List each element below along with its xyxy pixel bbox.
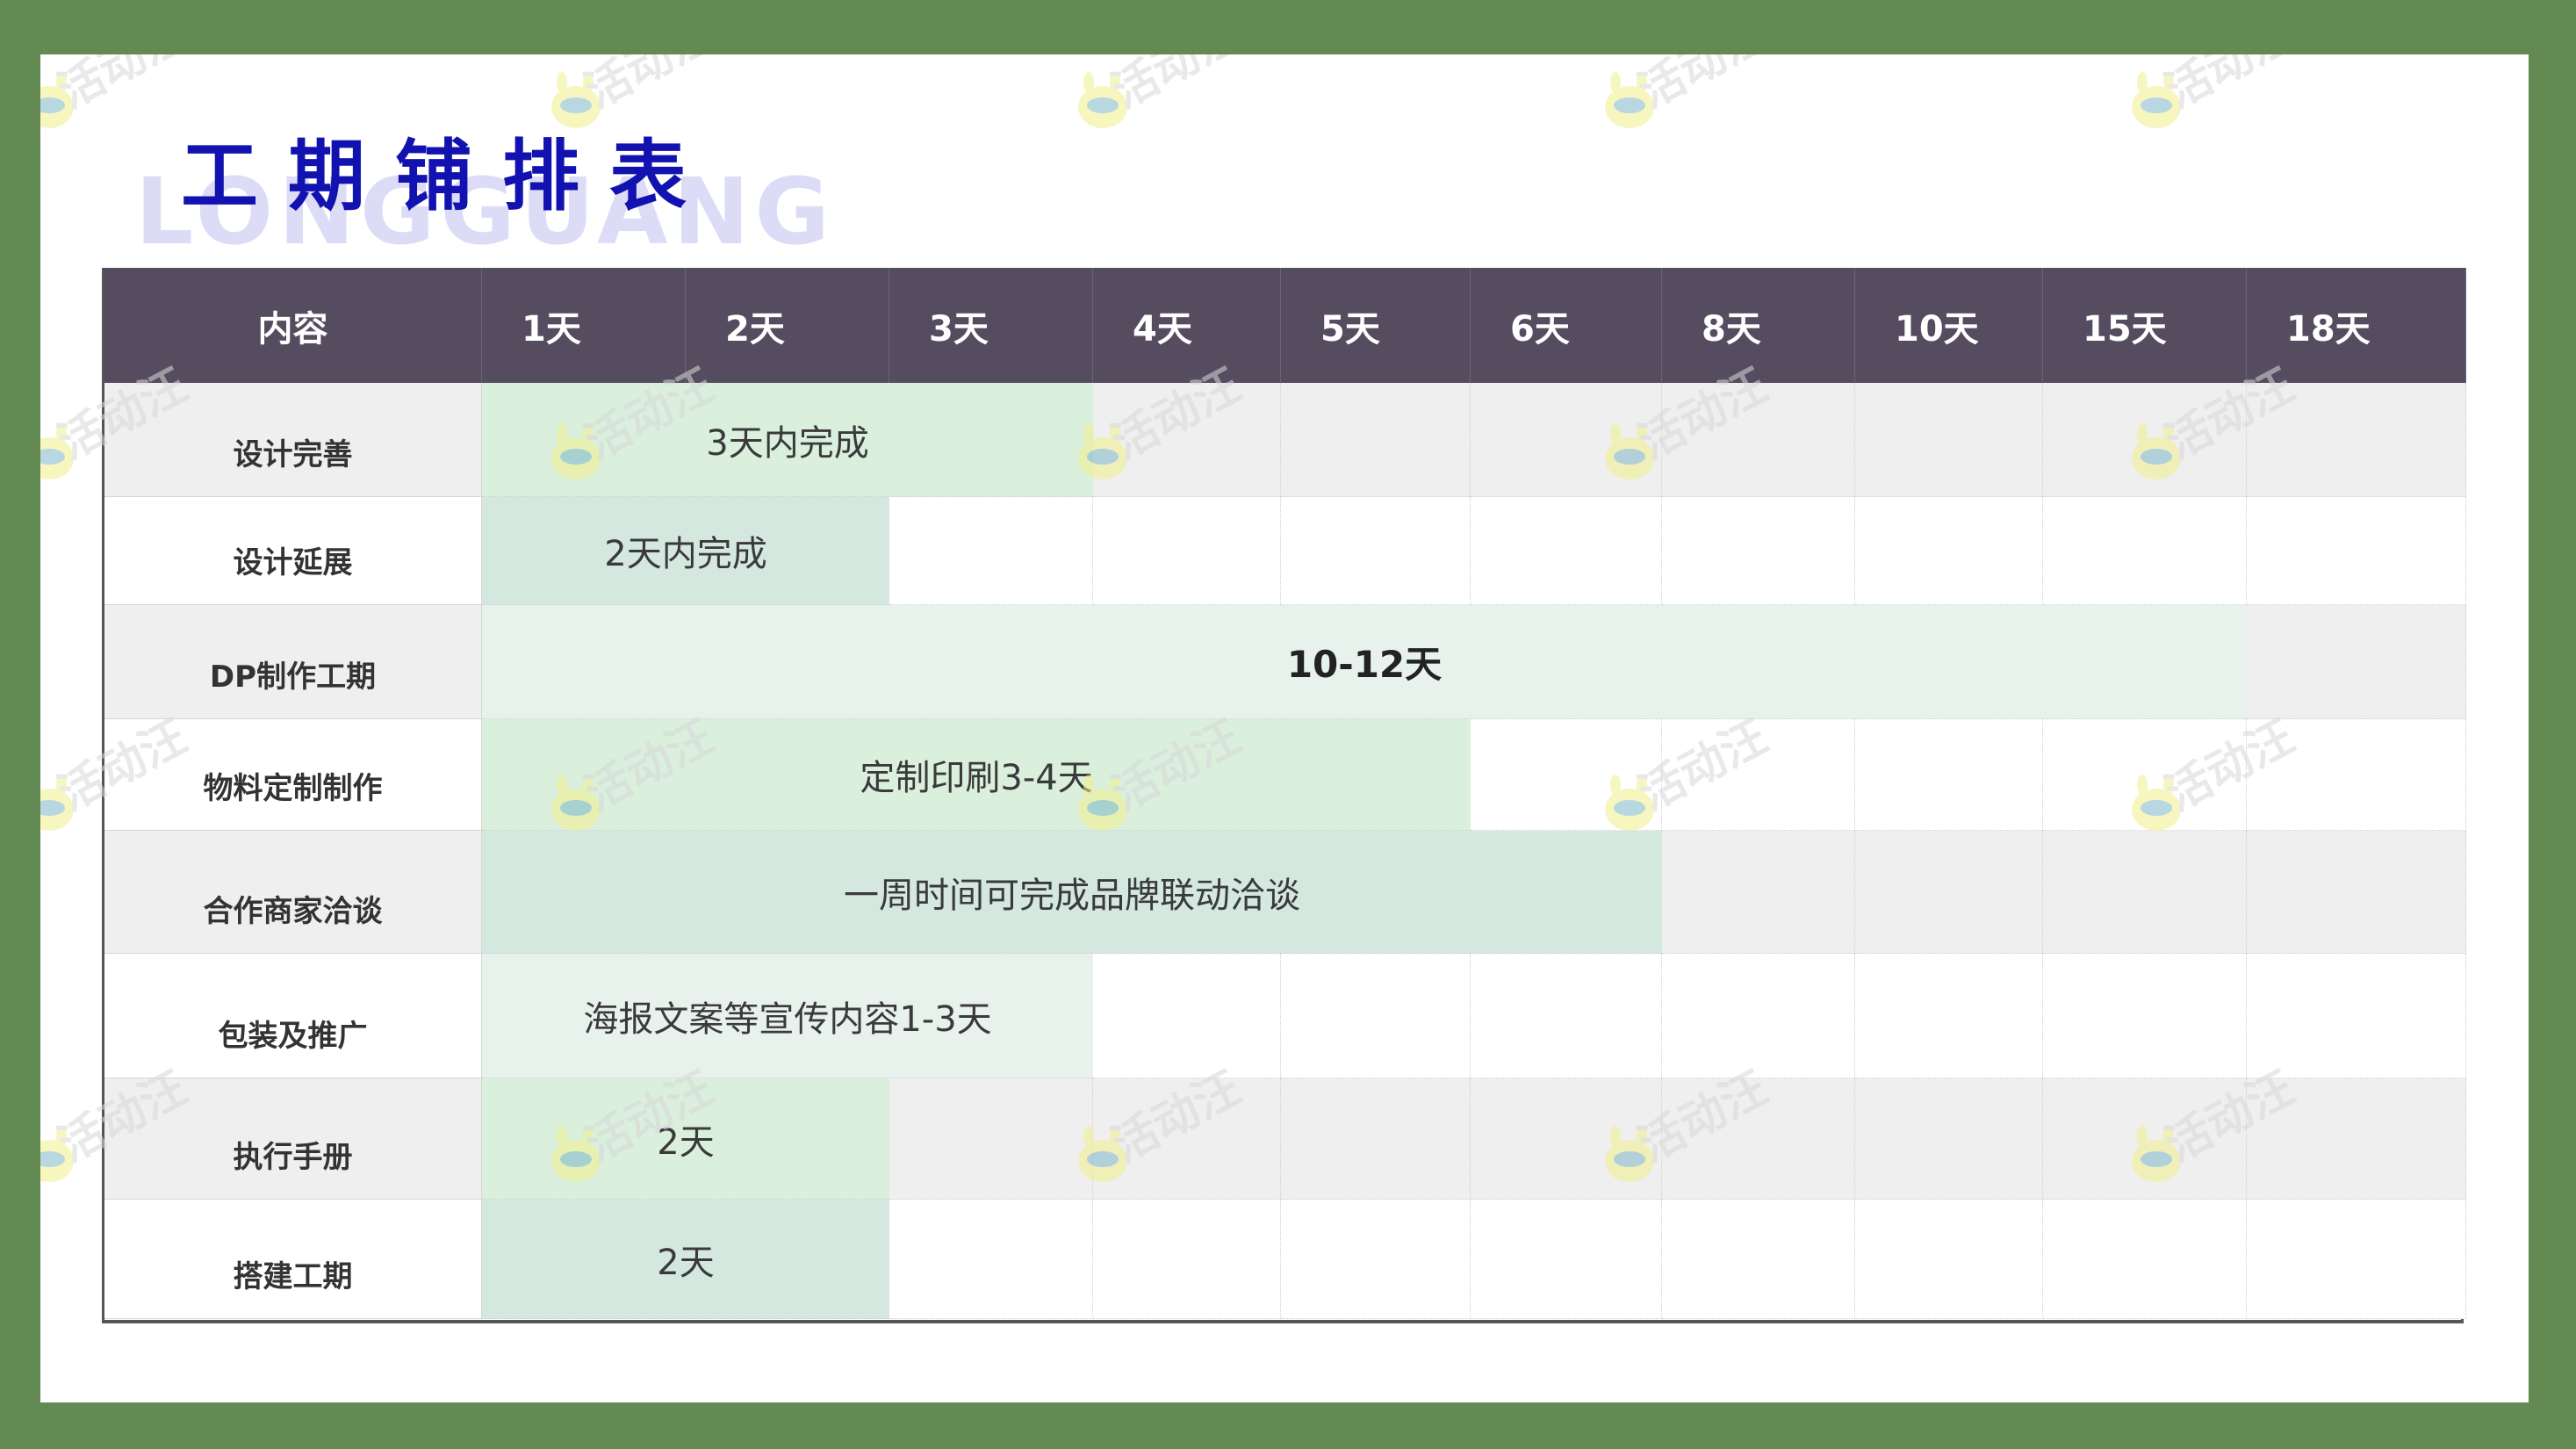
- empty-cell: [2247, 497, 2466, 605]
- schedule-bar: 海报文案等宣传内容1-3天: [482, 954, 1093, 1078]
- empty-cell: [1855, 497, 2043, 605]
- schedule-bar: 10-12天: [482, 605, 2247, 719]
- page-title: 工期铺排表: [181, 131, 717, 221]
- empty-cell: [1093, 954, 1281, 1078]
- row-label: 包装及推广: [104, 954, 482, 1078]
- watermark: 活动汪: [2121, 54, 2341, 169]
- mascot-icon: [40, 72, 74, 128]
- header-cell-day: 8天: [1662, 268, 1855, 383]
- header-cell-day: 6天: [1471, 268, 1662, 383]
- empty-cell: [1662, 831, 1855, 954]
- empty-cell: [2247, 605, 2466, 719]
- empty-cell: [1471, 719, 1662, 831]
- schedule-bar: 2天: [482, 1200, 889, 1319]
- empty-cell: [889, 497, 1093, 605]
- empty-cell: [1281, 954, 1471, 1078]
- mascot-icon: [40, 1126, 74, 1182]
- empty-cell: [1093, 1200, 1281, 1319]
- mascot-icon: [40, 423, 74, 479]
- empty-cell: [2043, 497, 2247, 605]
- row-label: 物料定制制作: [104, 719, 482, 831]
- empty-cell: [1855, 719, 2043, 831]
- watermark-text: 活动汪: [2156, 54, 2303, 119]
- empty-cell: [2247, 954, 2466, 1078]
- empty-cell: [1855, 1078, 2043, 1200]
- mascot-icon: [2132, 72, 2181, 128]
- empty-cell: [2247, 1200, 2466, 1319]
- schedule-bar: 2天内完成: [482, 497, 889, 605]
- watermark-text: 活动汪: [1630, 54, 1776, 119]
- empty-cell: [1281, 497, 1471, 605]
- empty-cell: [1662, 1078, 1855, 1200]
- empty-cell: [1281, 1078, 1471, 1200]
- empty-cell: [1855, 831, 2043, 954]
- empty-cell: [2247, 719, 2466, 831]
- empty-cell: [2043, 1200, 2247, 1319]
- empty-cell: [1471, 1200, 1662, 1319]
- schedule-bar: 3天内完成: [482, 383, 1093, 497]
- schedule-table: 内容 1天 2天 3天 4天 5天 6天 8天 10天 15天 18天 设计完善…: [102, 268, 2466, 1323]
- empty-cell: [1662, 383, 1855, 497]
- empty-cell: [1471, 1078, 1662, 1200]
- header-cell-day: 15天: [2043, 268, 2247, 383]
- empty-cell: [1281, 1200, 1471, 1319]
- row-label: 设计完善: [104, 383, 482, 497]
- header-cell-day: 2天: [686, 268, 889, 383]
- watermark: 活动汪: [1068, 54, 1287, 169]
- header-cell-day: 18天: [2247, 268, 2466, 383]
- empty-cell: [1855, 1200, 2043, 1319]
- empty-cell: [889, 1200, 1093, 1319]
- schedule-bar: 一周时间可完成品牌联动洽谈: [482, 831, 1662, 954]
- header-cell-day: 1天: [482, 268, 686, 383]
- empty-cell: [1662, 497, 1855, 605]
- row-label: DP制作工期: [104, 605, 482, 719]
- watermark: 活动汪: [1594, 54, 1814, 169]
- empty-cell: [2043, 954, 2247, 1078]
- mascot-icon: [1605, 72, 1654, 128]
- mascot-icon: [40, 775, 74, 831]
- mascot-icon: [1078, 72, 1127, 128]
- empty-cell: [889, 1078, 1093, 1200]
- header-cell-content: 内容: [104, 268, 482, 383]
- empty-cell: [1662, 719, 1855, 831]
- empty-cell: [1093, 383, 1281, 497]
- empty-cell: [1471, 497, 1662, 605]
- empty-cell: [1093, 1078, 1281, 1200]
- empty-cell: [2247, 1078, 2466, 1200]
- empty-cell: [2043, 719, 2247, 831]
- header-cell-day: 10天: [1855, 268, 2043, 383]
- watermark-text: 活动汪: [1103, 54, 1249, 119]
- empty-cell: [1093, 497, 1281, 605]
- empty-cell: [1471, 954, 1662, 1078]
- empty-cell: [1662, 954, 1855, 1078]
- row-label: 搭建工期: [104, 1200, 482, 1319]
- empty-cell: [2247, 831, 2466, 954]
- header-cell-day: 4天: [1093, 268, 1281, 383]
- schedule-bar: 2天: [482, 1078, 889, 1200]
- empty-cell: [1855, 954, 2043, 1078]
- header-cell-day: 3天: [889, 268, 1093, 383]
- schedule-bar: 定制印刷3-4天: [482, 719, 1471, 831]
- row-label: 合作商家洽谈: [104, 831, 482, 954]
- empty-cell: [1281, 383, 1471, 497]
- empty-cell: [2247, 383, 2466, 497]
- empty-cell: [1471, 383, 1662, 497]
- empty-cell: [2043, 1078, 2247, 1200]
- slide: LONGGUANG 工期铺排表 内容 1天 2天 3天 4天 5天 6天 8天 …: [40, 54, 2529, 1402]
- empty-cell: [1855, 383, 2043, 497]
- empty-cell: [2043, 831, 2247, 954]
- empty-cell: [1662, 1200, 1855, 1319]
- row-label: 执行手册: [104, 1078, 482, 1200]
- header-cell-day: 5天: [1281, 268, 1471, 383]
- empty-cell: [2043, 383, 2247, 497]
- title-block: LONGGUANG 工期铺排表: [135, 90, 830, 277]
- row-label: 设计延展: [104, 497, 482, 605]
